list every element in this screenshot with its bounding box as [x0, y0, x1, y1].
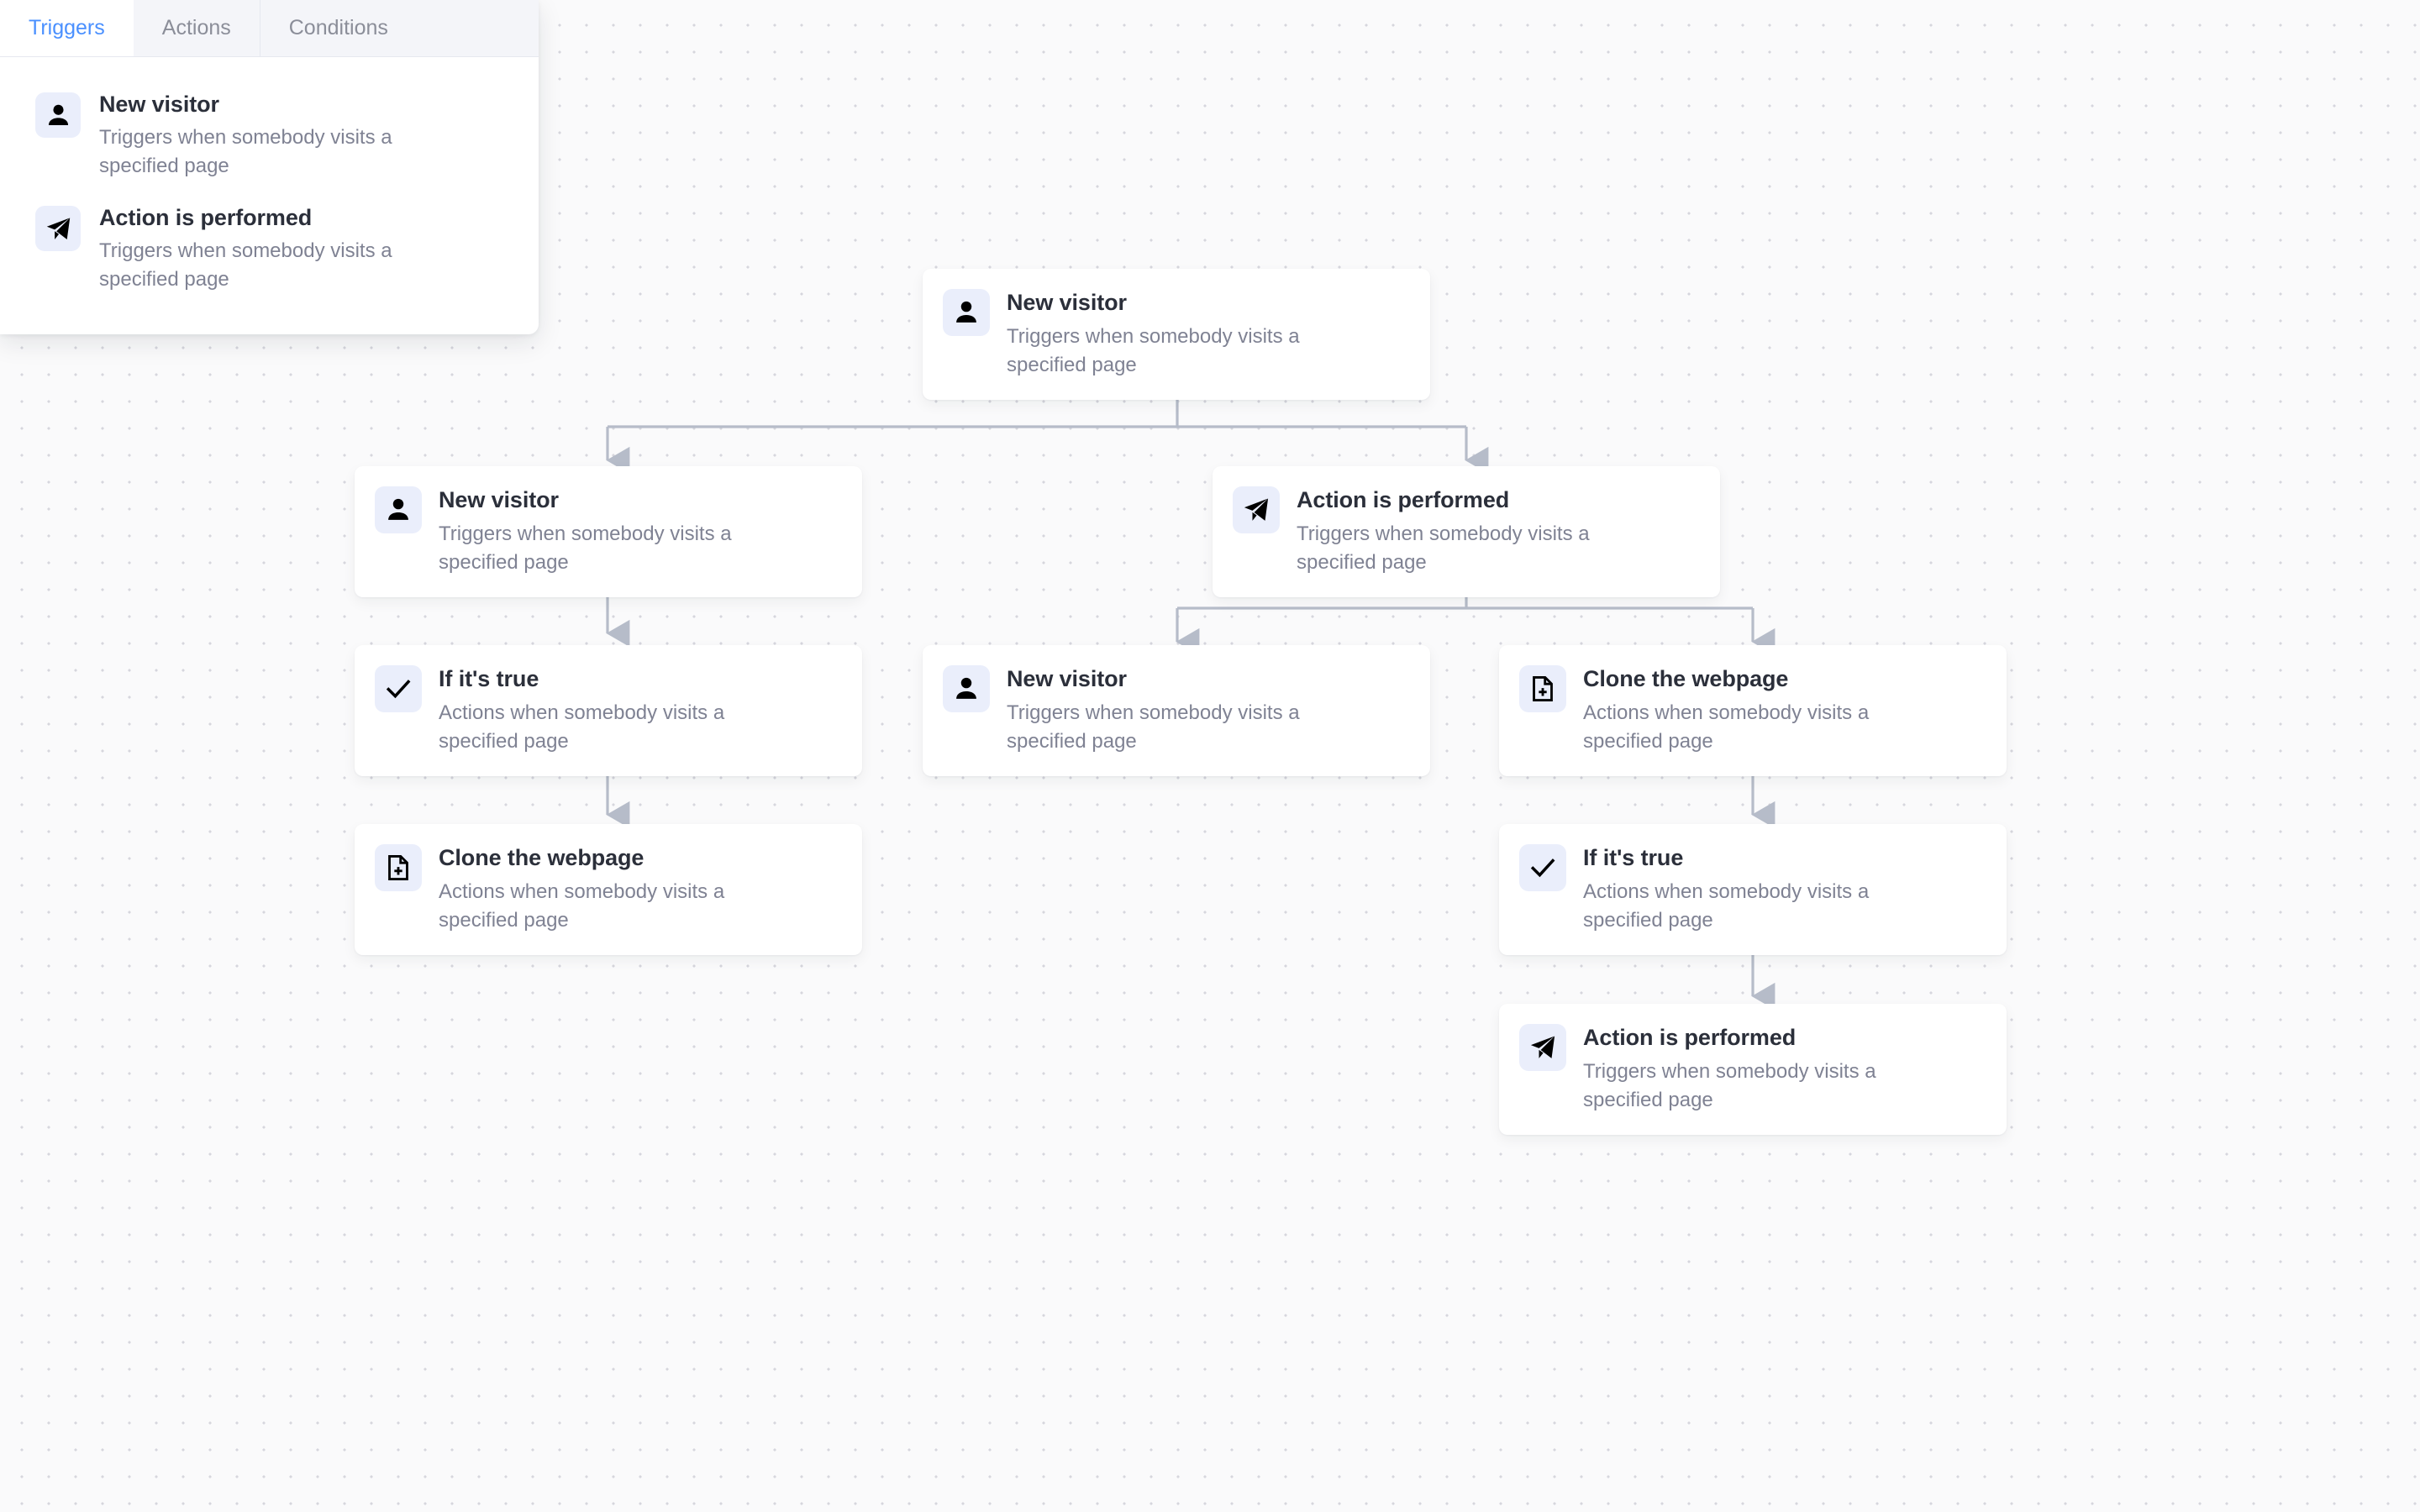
node-library-panel: Triggers Actions Conditions New visitor … — [0, 0, 539, 335]
panel-item-text: Action is performed Triggers when somebo… — [99, 204, 460, 294]
node-description: Triggers when somebody visits a specifie… — [1297, 522, 1590, 575]
flow-node-if-its-true-left[interactable]: If it's true Actions when somebody visit… — [355, 645, 862, 777]
node-text: Clone the webpage Actions when somebody … — [1583, 664, 1944, 756]
node-text: If it's true Actions when somebody visit… — [439, 664, 800, 756]
tab-triggers[interactable]: Triggers — [0, 0, 134, 56]
node-title: If it's true — [439, 666, 539, 691]
person-icon — [943, 665, 990, 712]
flow-node-clone-webpage-left[interactable]: Clone the webpage Actions when somebody … — [355, 824, 862, 956]
node-text: Action is performed Triggers when somebo… — [1297, 485, 1658, 577]
person-icon — [35, 92, 81, 138]
panel-item-title: New visitor — [99, 92, 219, 117]
flow-node-if-its-true-right[interactable]: If it's true Actions when somebody visit… — [1499, 824, 2007, 956]
panel-item-description: Triggers when somebody visits a specifie… — [99, 239, 392, 291]
node-text: New visitor Triggers when somebody visit… — [1007, 287, 1368, 380]
node-title: Clone the webpage — [439, 845, 644, 870]
node-description: Triggers when somebody visits a specifie… — [439, 522, 732, 575]
document-plus-icon — [375, 844, 422, 891]
person-icon — [375, 486, 422, 533]
node-description: Triggers when somebody visits a specifie… — [1583, 1059, 1876, 1112]
node-title: New visitor — [1007, 666, 1127, 691]
node-title: Action is performed — [1297, 487, 1510, 512]
node-title: New visitor — [1007, 290, 1127, 315]
flow-node-new-visitor-l1[interactable]: New visitor Triggers when somebody visit… — [355, 466, 862, 598]
node-title: Action is performed — [1583, 1025, 1797, 1050]
panel-item-list: New visitor Triggers when somebody visit… — [0, 57, 539, 334]
node-description: Actions when somebody visits a specified… — [439, 879, 725, 932]
panel-item-new-visitor[interactable]: New visitor Triggers when somebody visit… — [0, 79, 539, 192]
flow-node-action-performed-l3[interactable]: Action is performed Triggers when somebo… — [1499, 1004, 2007, 1136]
flow-node-clone-webpage-right[interactable]: Clone the webpage Actions when somebody … — [1499, 645, 2007, 777]
node-description: Actions when somebody visits a specified… — [1583, 701, 1870, 753]
node-text: If it's true Actions when somebody visit… — [1583, 843, 1944, 935]
node-text: New visitor Triggers when somebody visit… — [439, 485, 800, 577]
panel-item-title: Action is performed — [99, 205, 313, 231]
node-description: Actions when somebody visits a specified… — [1583, 879, 1870, 932]
node-title: Clone the webpage — [1583, 666, 1789, 691]
panel-tabbar: Triggers Actions Conditions — [0, 0, 539, 57]
tab-actions[interactable]: Actions — [133, 0, 260, 56]
panel-item-action-is-performed[interactable]: Action is performed Triggers when somebo… — [0, 192, 539, 306]
send-icon — [35, 206, 81, 252]
panel-item-text: New visitor Triggers when somebody visit… — [99, 91, 460, 181]
node-description: Triggers when somebody visits a specifie… — [1007, 324, 1300, 377]
node-title: If it's true — [1583, 845, 1684, 870]
panel-item-description: Triggers when somebody visits a specifie… — [99, 125, 392, 178]
node-text: Action is performed Triggers when somebo… — [1583, 1022, 1944, 1115]
flow-node-action-performed-l1[interactable]: Action is performed Triggers when somebo… — [1213, 466, 1720, 598]
tab-conditions[interactable]: Conditions — [259, 0, 417, 56]
node-title: New visitor — [439, 487, 559, 512]
person-icon — [943, 289, 990, 336]
check-icon — [375, 665, 422, 712]
node-text: New visitor Triggers when somebody visit… — [1007, 664, 1368, 756]
node-description: Triggers when somebody visits a specifie… — [1007, 701, 1300, 753]
document-plus-icon — [1519, 665, 1566, 712]
send-icon — [1233, 486, 1280, 533]
flow-node-new-visitor-root[interactable]: New visitor Triggers when somebody visit… — [923, 269, 1430, 401]
node-description: Actions when somebody visits a specified… — [439, 701, 725, 753]
flow-node-new-visitor-l2[interactable]: New visitor Triggers when somebody visit… — [923, 645, 1430, 777]
check-icon — [1519, 844, 1566, 891]
node-text: Clone the webpage Actions when somebody … — [439, 843, 800, 935]
send-icon — [1519, 1024, 1566, 1071]
